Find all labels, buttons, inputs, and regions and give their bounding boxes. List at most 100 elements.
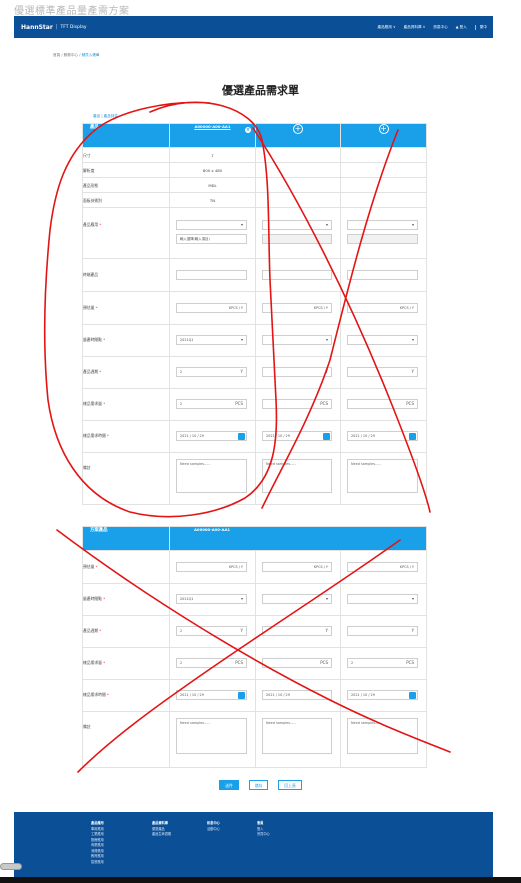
sample-date-picker[interactable]: 2021 / 10 / 29 (176, 431, 247, 441)
terminal-input[interactable] (176, 270, 247, 280)
forecast-input[interactable]: KPCS / Y (176, 303, 247, 313)
remark-textarea[interactable]: Need samples...... (347, 718, 419, 754)
sample-date-picker[interactable]: 2021 / 10 / 29 (347, 690, 419, 700)
sample-date-picker[interactable]: 2021 / 10 / 29 (262, 431, 332, 441)
application-select[interactable]: ▾ (347, 220, 418, 230)
application-other-input[interactable]: 輸入選擇(輸入項目) (176, 234, 247, 244)
s2-row-forecast: 預估量 * KPCS / Y KPCS / Y KPCS / Y (82, 550, 428, 584)
sample-qty-input[interactable]: 2 PCS (176, 399, 247, 409)
s2-row-sample-date: 樣品需求時間 * 2021 / 10 / 29 2021 / 10 / 29 2… (82, 679, 428, 712)
cycle-input[interactable]: Y (347, 367, 418, 377)
nav-item-news[interactable]: 訊息中心 (433, 25, 447, 30)
sample-date-picker[interactable]: 2021 / 10 / 29 (176, 690, 247, 700)
nav-item-product-db[interactable]: 產品資料庫 ∨ (404, 25, 426, 30)
remark-textarea[interactable]: Need samples...... (176, 459, 247, 493)
spec-row-form: 產品形態 MDL (82, 177, 427, 193)
mp-time-select[interactable]: ▾ (347, 594, 419, 604)
application-select[interactable]: ▾ (262, 220, 332, 230)
forecast-input[interactable]: KPCS / Y (176, 562, 247, 572)
row-remark: 備註 Need samples...... Need samples......… (82, 452, 427, 505)
cycle-input[interactable]: 2Y (176, 626, 247, 636)
language-switch[interactable]: 繁中 (474, 24, 487, 30)
application-other-input[interactable] (347, 234, 418, 244)
field-label: 樣品需求量 * (82, 647, 170, 680)
forecast-input[interactable]: KPCS / Y (347, 562, 419, 572)
field-label: 樣品需求時間 * (82, 679, 170, 712)
back-button[interactable]: 回上頁 (278, 780, 302, 790)
row-terminal: 終端產品 (82, 258, 427, 292)
application-other-input[interactable] (262, 234, 332, 244)
sample-qty-input[interactable]: PCS (262, 658, 332, 668)
product-code[interactable]: A00000-A00-AA1 (194, 124, 230, 129)
breadcrumb-path[interactable]: 首頁 / 服務中心 / (53, 53, 82, 57)
forecast-input[interactable]: KPCS / Y (262, 303, 332, 313)
terminal-input[interactable] (262, 270, 332, 280)
spec-row-tech: 面板技術別 TN (82, 192, 427, 208)
spec-label: 解析度 (82, 162, 170, 178)
add-circle-icon[interactable]: + (293, 124, 303, 134)
remark-textarea[interactable]: Need samples...... (262, 718, 332, 754)
top-nav: 產品應用 ∨ 產品資料庫 ∨ 訊息中心 ▲ 登入 繁中 (377, 24, 487, 30)
mp-time-select[interactable]: 2021Q1 ▾ (176, 335, 247, 345)
scrollbar-thumb[interactable] (0, 863, 22, 870)
remark-textarea[interactable]: Need samples...... (262, 459, 332, 493)
caret-down-icon: ▾ (411, 222, 414, 227)
field-label: 量產時間點 * (82, 324, 170, 357)
mp-time-select[interactable]: ▾ (347, 335, 418, 345)
solution-head-label: 方案產品 (82, 526, 170, 551)
field-label: 備註 (82, 452, 170, 505)
add-product-slot-3[interactable]: + (340, 123, 427, 148)
login-link[interactable]: ▲ 登入 (456, 25, 467, 30)
terminal-input[interactable] (347, 270, 418, 280)
brand-logo[interactable]: HannStar (21, 24, 53, 31)
cycle-input[interactable]: Y (262, 367, 332, 377)
sample-date-picker[interactable]: 2021 / 10 / 29 (347, 431, 418, 441)
sample-qty-input[interactable]: PCS (262, 399, 332, 409)
sample-date-picker[interactable]: 2021 / 10 / 29 (262, 690, 332, 700)
row-forecast: 預估量 * KPCS / Y KPCS / Y KPCS / Y (82, 291, 427, 325)
mp-time-select[interactable]: 2021Q1 ▾ (176, 594, 247, 604)
nav-item-applications[interactable]: 產品應用 ∨ (377, 25, 395, 30)
sub-tabs[interactable]: 產品 | 產品評估 (93, 114, 118, 119)
row-cycle: 產品週期 * 2Y Y Y (82, 356, 427, 389)
s2-row-sample-qty: 樣品需求量 * 2 PCS PCS 2 PCS (82, 647, 428, 680)
row-sample-qty: 樣品需求量 * 2 PCS PCS PCS (82, 388, 427, 421)
cycle-input[interactable]: 2Y (176, 367, 247, 377)
add-product-slot-2[interactable]: + (255, 123, 341, 148)
application-select[interactable]: ▾ (176, 220, 247, 230)
mp-time-select[interactable]: ▾ (262, 335, 332, 345)
forecast-input[interactable]: KPCS / Y (347, 303, 418, 313)
breadcrumb-current: 銷貨入帳單 (81, 53, 100, 57)
cycle-input[interactable]: Y (347, 626, 419, 636)
calendar-icon[interactable] (238, 692, 245, 699)
calendar-icon[interactable] (409, 692, 417, 699)
caret-down-icon: ▾ (325, 596, 328, 601)
remark-textarea[interactable]: Need samples...... (347, 459, 418, 493)
save-button[interactable]: 儲存 (248, 780, 269, 790)
sample-qty-input[interactable]: 2 PCS (347, 658, 419, 668)
caret-down-icon: ▾ (240, 596, 243, 601)
field-label: 預估量 * (82, 550, 170, 584)
product-table: 產品 A00000-A00-AA1 × + + 尺寸 7 解析度 800 x 48… (82, 123, 427, 505)
spec-value: 7 (169, 147, 256, 163)
product-code-link[interactable]: A00000-A00-AA1 × (169, 123, 256, 148)
calendar-icon[interactable] (238, 433, 245, 440)
remark-textarea[interactable]: Need samples...... (176, 718, 247, 754)
submit-button[interactable]: 送件 (219, 780, 239, 790)
cycle-input[interactable]: Y (262, 626, 332, 636)
footer-col-news: 訊息中心 活動中心 (207, 821, 220, 831)
caret-down-icon: ▾ (412, 596, 415, 601)
calendar-icon[interactable] (323, 433, 330, 440)
sample-qty-input[interactable]: PCS (347, 399, 418, 409)
field-label: 終端產品 (82, 258, 170, 292)
add-circle-icon[interactable]: + (378, 124, 389, 134)
sample-qty-input[interactable]: 2 PCS (176, 658, 247, 668)
mp-time-select[interactable]: ▾ (262, 594, 332, 604)
remove-product-icon[interactable]: × (245, 127, 251, 133)
site-header: HannStar | TFT Display 產品應用 ∨ 產品資料庫 ∨ 訊息… (14, 16, 493, 38)
spec-row-size: 尺寸 7 (82, 147, 427, 163)
calendar-icon[interactable] (409, 433, 416, 440)
field-label: 產品週期 * (82, 615, 170, 648)
forecast-input[interactable]: KPCS / Y (262, 562, 332, 572)
s2-row-remark: 備註 Need samples...... Need samples......… (82, 711, 428, 768)
